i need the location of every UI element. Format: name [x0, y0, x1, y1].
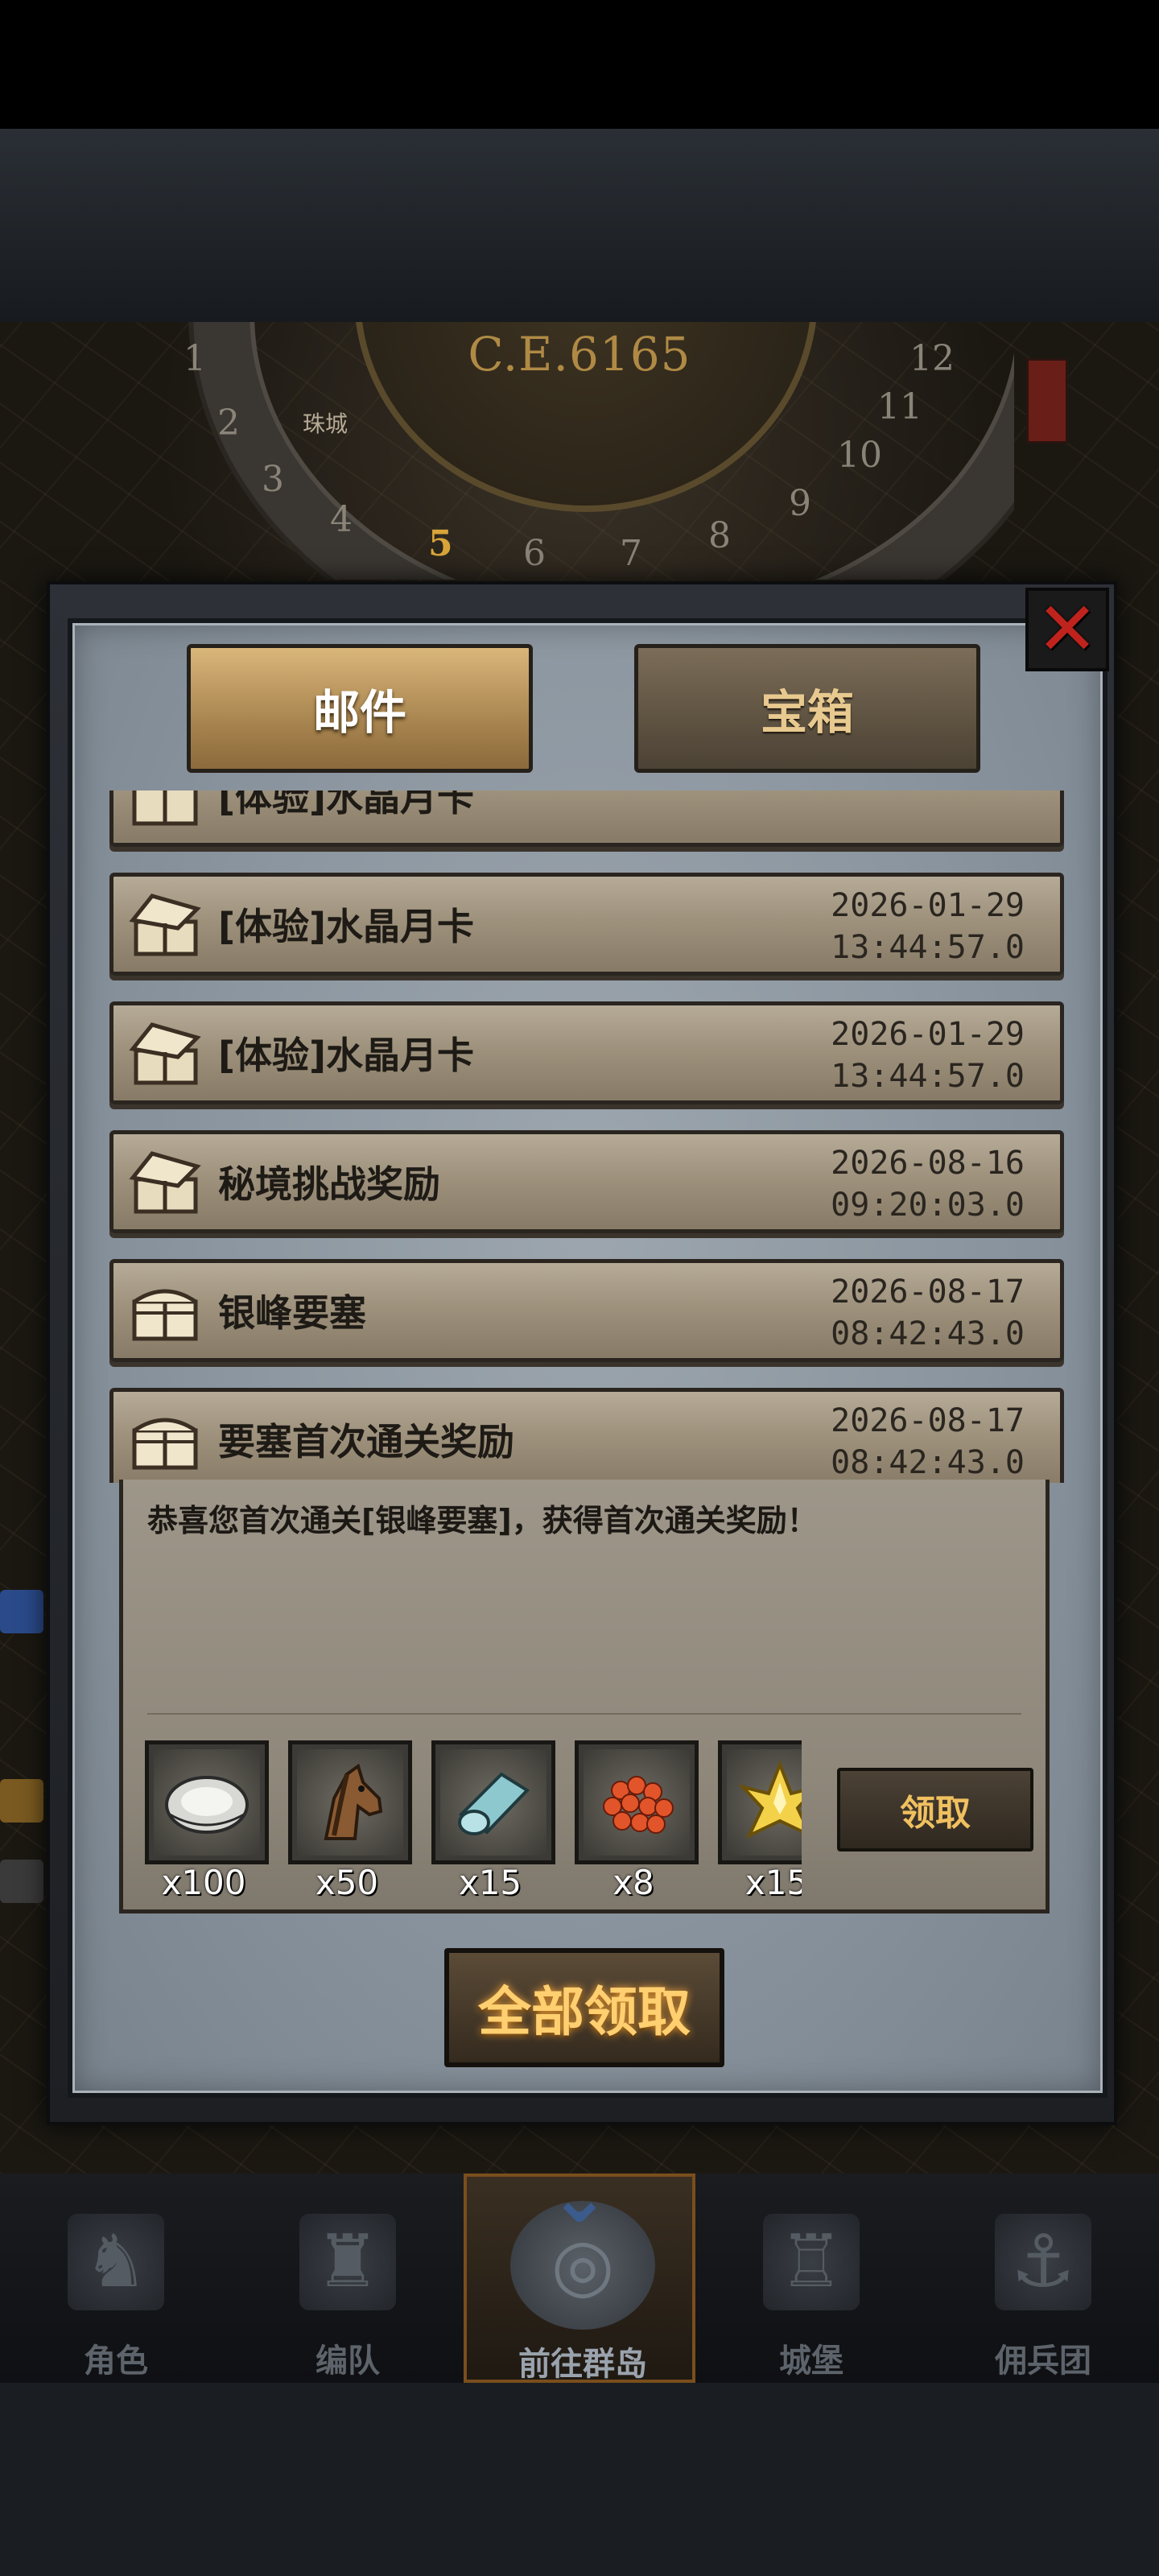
mail-date-text: 2026-08-16 [831, 1145, 1025, 1182]
mail-title: [体验]水晶月卡 [218, 905, 475, 948]
target-icon[interactable] [0, 1779, 43, 1823]
reward-count: x8 [612, 1863, 654, 1902]
nav-item-mercenary[interactable]: ⚓ 佣兵团 [927, 2174, 1159, 2383]
mail-item[interactable]: 银峰要塞 2026-08-17 08:42:43.0 [109, 1259, 1064, 1362]
city-label: 珠城 [303, 411, 349, 437]
reward-slot[interactable] [145, 1740, 269, 1864]
oyster-icon [165, 1776, 249, 1834]
dial-number: 12 [909, 338, 955, 379]
chest-open-icon [129, 1151, 201, 1214]
mail-time-text: 08:42:43.0 [831, 1315, 1025, 1352]
bottom-band [0, 2383, 1159, 2576]
nav-label: 角色 [84, 2343, 148, 2380]
knight-icon: ♞ [68, 2214, 164, 2310]
nav-label: 编队 [316, 2343, 380, 2380]
mail-timestamp: 2026-08-17 08:42:43.0 [831, 1400, 1025, 1483]
castle-icon: ♖ [763, 2214, 860, 2310]
status-band [0, 0, 1159, 129]
mail-list[interactable]: [体验]水晶月卡 13:44:57.0 [体验]水晶月卡 2026-01-29 1… [97, 791, 1070, 1483]
dial-number: 3 [262, 459, 284, 500]
close-icon: ✕ [1036, 586, 1099, 672]
claim-button[interactable]: 领取 [837, 1768, 1033, 1852]
mail-date-text: 2026-01-29 [831, 887, 1025, 924]
mail-item[interactable]: [体验]水晶月卡 2026-01-29 13:44:57.0 [109, 1001, 1064, 1104]
dial-number-active: 5 [428, 523, 453, 564]
mail-title: 要塞首次通关奖励 [218, 1420, 514, 1463]
reward-list[interactable]: x100 x50 x15 x8 x15 [143, 1731, 802, 1908]
gold-crystal-icon [737, 1760, 802, 1839]
reward-count: x15 [744, 1863, 802, 1902]
mail-title: 银峰要塞 [218, 1291, 366, 1335]
dial-number: 11 [877, 386, 922, 427]
chest-open-icon [129, 894, 201, 956]
nav-item-formation[interactable]: ♜ 编队 [232, 2174, 464, 2383]
mail-title: 秘境挑战奖励 [218, 1162, 440, 1206]
mail-title: [体验]水晶月卡 [218, 1034, 475, 1077]
chest-icon [132, 1418, 198, 1470]
mail-date-text: 2026-01-29 [831, 1016, 1025, 1053]
dial-number: 2 [217, 402, 240, 444]
reward-slot[interactable] [288, 1740, 412, 1864]
mail-time-text: 13:44:57.0 [831, 791, 1025, 798]
tab-mail[interactable]: 邮件 [187, 644, 533, 773]
banner-flag [1026, 358, 1068, 444]
chest-icon [132, 791, 198, 826]
dial-number: 6 [523, 533, 546, 574]
cloth-icon [458, 1772, 530, 1835]
mail-item-selected[interactable]: 要塞首次通关奖励 2026-08-17 08:42:43.0 [109, 1388, 1064, 1483]
chevron-down-icon: ⌄ [549, 2155, 610, 2240]
mail-timestamp: 2026-01-29 13:44:57.0 [831, 1013, 1025, 1097]
reward-slot[interactable] [431, 1740, 555, 1864]
mail-time-text: 13:44:57.0 [831, 1058, 1025, 1095]
horse-icon [324, 1763, 383, 1840]
mail-date-text: 2026-08-17 [831, 1402, 1025, 1439]
mail-item[interactable]: [体验]水晶月卡 2026-01-29 13:44:57.0 [109, 873, 1064, 976]
tab-chest[interactable]: 宝箱 [634, 644, 980, 773]
chest-icon [132, 1289, 198, 1341]
claim-all-button[interactable]: 全部领取 [444, 1948, 724, 2067]
mail-message: 恭喜您首次通关[银峰要塞]，获得首次通关奖励！ [147, 1503, 818, 1538]
year-label: C.E.6165 [468, 327, 691, 382]
reward-count: x100 [161, 1863, 246, 1902]
header-background [0, 129, 1159, 322]
nav-label: 城堡 [779, 2343, 843, 2380]
dial-number: 8 [708, 515, 731, 556]
reward-slot[interactable] [718, 1740, 802, 1864]
nav-item-character[interactable]: ♞ 角色 [0, 2174, 232, 2383]
mail-time-text: 08:42:43.0 [831, 1444, 1025, 1481]
mail-title: [体验]水晶月卡 [218, 791, 475, 819]
reward-count: x15 [458, 1863, 522, 1902]
divider [147, 1713, 1021, 1715]
mail-date-text: 2026-08-17 [831, 1274, 1025, 1311]
mail-item[interactable]: [体验]水晶月卡 13:44:57.0 [109, 791, 1064, 847]
nav-label: 佣兵团 [995, 2343, 1091, 2380]
mail-timestamp: 13:44:57.0 [831, 791, 1025, 798]
dial-number: 9 [789, 483, 811, 524]
ship-icon: ⚓ [995, 2214, 1091, 2310]
mail-timestamp: 2026-08-17 08:42:43.0 [831, 1271, 1025, 1355]
dial-number: 7 [620, 533, 642, 574]
calendar-dial: C.E.6165 1 2 3 4 5 6 7 8 9 10 11 12 [145, 322, 1014, 580]
roe-icon [603, 1776, 674, 1834]
mail-item[interactable]: 秘境挑战奖励 2026-08-16 09:20:03.0 [109, 1130, 1064, 1233]
search-icon[interactable] [0, 1860, 43, 1903]
reward-slot[interactable] [575, 1740, 699, 1864]
nav-item-castle[interactable]: ♖ 城堡 [695, 2174, 927, 2383]
mail-time-text: 09:20:03.0 [831, 1187, 1025, 1224]
close-button[interactable]: ✕ [1025, 588, 1109, 671]
nav-label: 前往群岛 [518, 2346, 647, 2383]
dial-number: 4 [330, 499, 353, 540]
chest-open-icon [129, 1022, 201, 1085]
cross-swords-icon[interactable] [0, 1590, 43, 1633]
helmet-icon: ♜ [299, 2214, 396, 2310]
reward-count: x50 [315, 1863, 379, 1902]
mail-time-text: 13:44:57.0 [831, 929, 1025, 966]
mail-timestamp: 2026-08-16 09:20:03.0 [831, 1142, 1025, 1226]
dial-number: 10 [837, 435, 882, 476]
mail-timestamp: 2026-01-29 13:44:57.0 [831, 885, 1025, 968]
dial-number: 1 [184, 338, 206, 379]
